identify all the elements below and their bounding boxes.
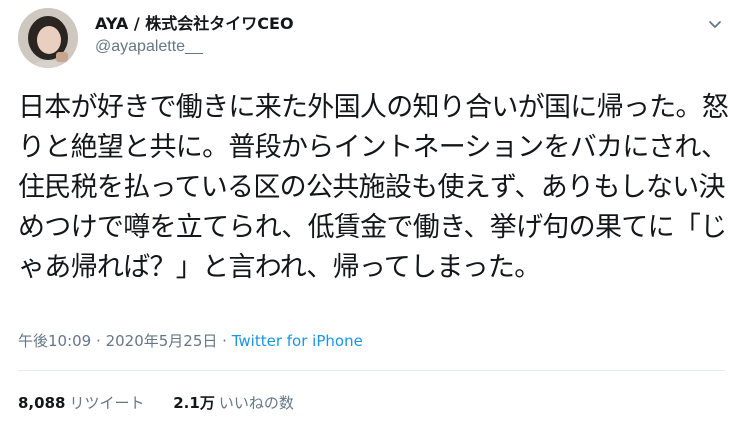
- retweets-stat[interactable]: 8,088 リツイート: [18, 392, 144, 414]
- tweet-text: 日本が好きで働きに来た外国人の知り合いが国に帰った。怒りと絶望と共に。普段からイ…: [18, 92, 729, 283]
- retweets-label: リツイート: [69, 394, 145, 412]
- tweet-stats: 8,088 リツイート 2.1万 いいねの数: [18, 392, 294, 414]
- tweet-menu-button[interactable]: [705, 14, 725, 34]
- likes-stat[interactable]: 2.1万 いいねの数: [173, 392, 294, 414]
- likes-count: 2.1万: [173, 394, 215, 412]
- retweets-count: 8,088: [18, 394, 66, 412]
- tweet-time[interactable]: 午後10:09: [18, 332, 91, 350]
- meta-separator-2: ·: [222, 332, 227, 350]
- author-block: AYA / 株式会社タイワCEO @ayapalette__: [95, 14, 294, 57]
- tweet-card: AYA / 株式会社タイワCEO @ayapalette__ 日本が好きで働きに…: [0, 0, 739, 427]
- meta-separator: ·: [96, 332, 101, 350]
- display-name[interactable]: AYA / 株式会社タイワCEO: [95, 14, 294, 34]
- avatar-image: [18, 8, 78, 68]
- tweet-source-link[interactable]: Twitter for iPhone: [232, 332, 363, 350]
- chevron-down-icon: [709, 21, 721, 28]
- tweet-date[interactable]: 2020年5月25日: [106, 332, 218, 350]
- user-handle[interactable]: @ayapalette__: [95, 37, 294, 57]
- avatar[interactable]: [18, 8, 78, 68]
- divider: [18, 370, 725, 371]
- likes-label: いいねの数: [218, 394, 294, 412]
- tweet-metadata: 午後10:09 · 2020年5月25日 · Twitter for iPhon…: [18, 330, 363, 352]
